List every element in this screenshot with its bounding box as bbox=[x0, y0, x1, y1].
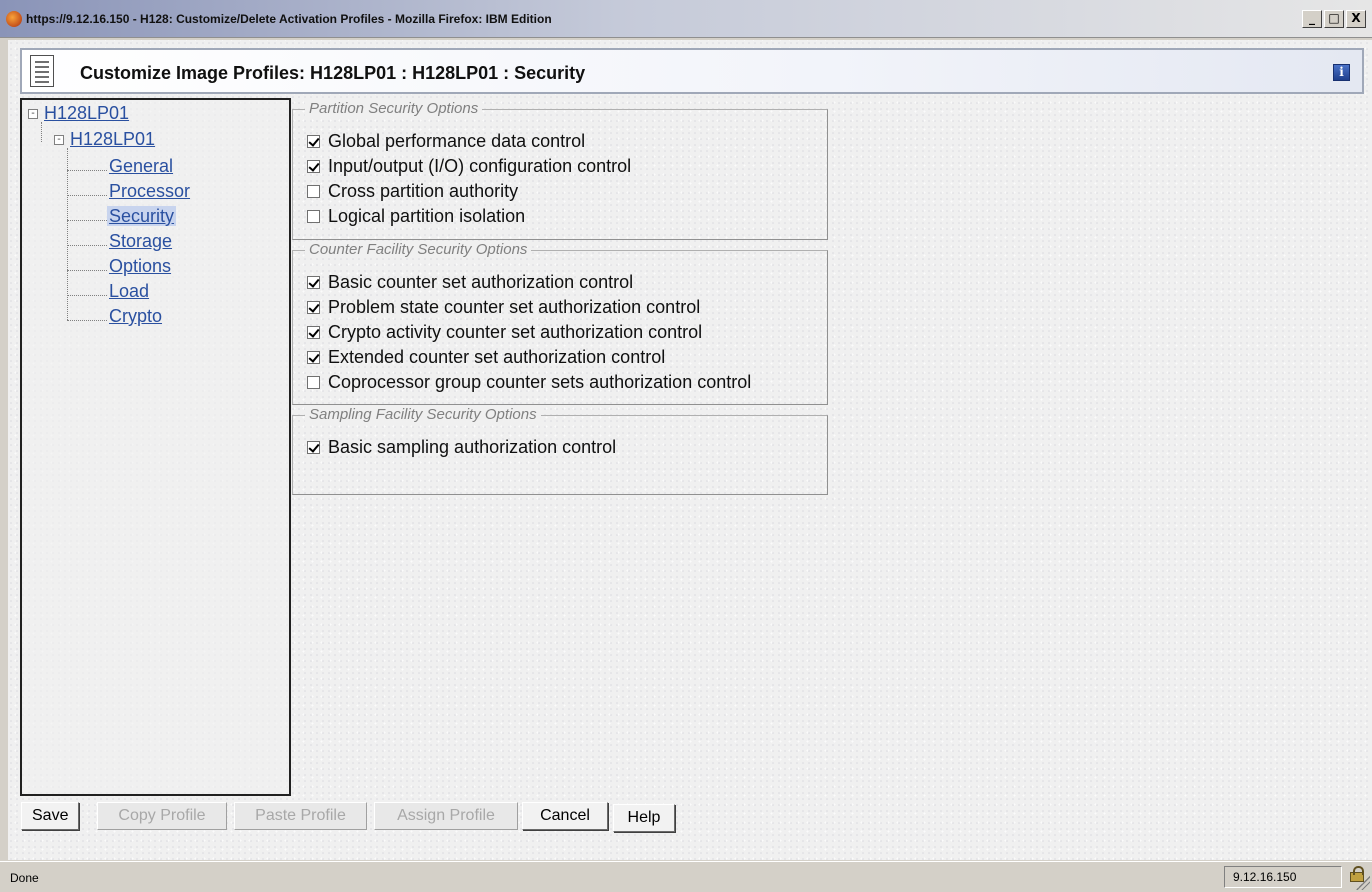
option-io-configuration[interactable]: Input/output (I/O) configuration control bbox=[307, 156, 631, 177]
checkbox[interactable] bbox=[307, 160, 320, 173]
collapse-icon[interactable]: - bbox=[28, 109, 38, 119]
page-header: Customize Image Profiles: H128LP01 : H12… bbox=[20, 48, 1364, 94]
tree-connector bbox=[67, 220, 107, 221]
help-button[interactable]: Help bbox=[613, 804, 675, 832]
paste-profile-button[interactable]: Paste Profile bbox=[234, 802, 367, 830]
tree-link-load[interactable]: Load bbox=[109, 281, 149, 301]
option-label: Basic counter set authorization control bbox=[328, 272, 634, 292]
option-lpar-isolation[interactable]: Logical partition isolation bbox=[307, 206, 525, 227]
tree-root: - H128LP01 bbox=[28, 103, 129, 124]
document-icon bbox=[30, 55, 54, 87]
tree-link-processor[interactable]: Processor bbox=[109, 181, 190, 201]
tree-item-options: Options bbox=[109, 256, 171, 277]
option-basic-counter[interactable]: Basic counter set authorization control bbox=[307, 272, 633, 293]
minimize-button[interactable]: _ bbox=[1302, 10, 1322, 28]
tree-item-general: General bbox=[109, 156, 173, 177]
window-controls: _ □ X bbox=[1302, 10, 1366, 28]
tree-item-load: Load bbox=[109, 281, 149, 302]
option-label: Global performance data control bbox=[328, 131, 586, 151]
tree-item-crypto: Crypto bbox=[109, 306, 162, 327]
tree-connector bbox=[67, 270, 107, 271]
tree-item-security: Security bbox=[107, 206, 177, 227]
checkbox[interactable] bbox=[307, 210, 320, 223]
tree-connector bbox=[67, 245, 107, 246]
option-global-performance[interactable]: Global performance data control bbox=[307, 131, 585, 152]
group-legend: Sampling Facility Security Options bbox=[305, 406, 541, 423]
copy-profile-button[interactable]: Copy Profile bbox=[97, 802, 227, 830]
assign-profile-button[interactable]: Assign Profile bbox=[374, 802, 518, 830]
partition-security-group: Partition Security Options Global perfor… bbox=[292, 100, 828, 240]
option-label: Extended counter set authorization contr… bbox=[328, 347, 666, 367]
group-legend: Partition Security Options bbox=[305, 100, 483, 117]
option-label: Input/output (I/O) configuration control bbox=[328, 156, 632, 176]
checkbox[interactable] bbox=[307, 441, 320, 454]
resize-grip-icon[interactable] bbox=[1356, 876, 1370, 890]
host-address: 9.12.16.150 bbox=[1224, 866, 1342, 888]
option-problem-state-counter[interactable]: Problem state counter set authorization … bbox=[307, 297, 700, 318]
status-bar: Done 9.12.16.150 bbox=[0, 861, 1372, 892]
option-crypto-activity-counter[interactable]: Crypto activity counter set authorizatio… bbox=[307, 322, 702, 343]
status-text: Done bbox=[10, 871, 39, 885]
tree-item-storage: Storage bbox=[109, 231, 172, 252]
option-label: Coprocessor group counter sets authoriza… bbox=[328, 372, 752, 392]
maximize-button[interactable]: □ bbox=[1324, 10, 1344, 28]
checkbox[interactable] bbox=[307, 351, 320, 364]
tree-item-processor: Processor bbox=[109, 181, 190, 202]
sampling-facility-group: Sampling Facility Security Options Basic… bbox=[292, 406, 828, 495]
profile-tree: - H128LP01 - H128LP01 General Processor Se… bbox=[20, 98, 291, 796]
tree-connector bbox=[41, 122, 42, 142]
close-button[interactable]: X bbox=[1346, 10, 1366, 28]
tree-link-security[interactable]: Security bbox=[107, 206, 177, 226]
counter-facility-group: Counter Facility Security Options Basic … bbox=[292, 241, 828, 405]
option-coprocessor-counter[interactable]: Coprocessor group counter sets authoriza… bbox=[307, 372, 751, 393]
option-cross-partition[interactable]: Cross partition authority bbox=[307, 181, 518, 202]
collapse-icon[interactable]: - bbox=[54, 135, 64, 145]
checkbox[interactable] bbox=[307, 376, 320, 389]
tree-connector bbox=[67, 195, 107, 196]
option-label: Basic sampling authorization control bbox=[328, 437, 617, 457]
tree-link-options[interactable]: Options bbox=[109, 256, 171, 276]
save-button[interactable]: Save bbox=[21, 802, 80, 830]
option-basic-sampling[interactable]: Basic sampling authorization control bbox=[307, 437, 616, 458]
option-extended-counter[interactable]: Extended counter set authorization contr… bbox=[307, 347, 665, 368]
group-legend: Counter Facility Security Options bbox=[305, 241, 532, 258]
cancel-button[interactable]: Cancel bbox=[522, 802, 608, 830]
checkbox[interactable] bbox=[307, 326, 320, 339]
tree-link-crypto[interactable]: Crypto bbox=[109, 306, 162, 326]
firefox-icon bbox=[6, 11, 22, 27]
checkbox[interactable] bbox=[307, 185, 320, 198]
option-label: Logical partition isolation bbox=[328, 206, 526, 226]
option-label: Crypto activity counter set authorizatio… bbox=[328, 322, 703, 342]
option-label: Problem state counter set authorization … bbox=[328, 297, 701, 317]
page-title: Customize Image Profiles: H128LP01 : H12… bbox=[80, 63, 586, 83]
tree-link-general[interactable]: General bbox=[109, 156, 173, 176]
tree-connector bbox=[67, 295, 107, 296]
window-title: https://9.12.16.150 - H128: Customize/De… bbox=[26, 12, 552, 26]
tree-child-link[interactable]: H128LP01 bbox=[70, 129, 155, 149]
tree-connector bbox=[67, 320, 107, 321]
tree-root-link[interactable]: H128LP01 bbox=[44, 103, 129, 123]
checkbox[interactable] bbox=[307, 276, 320, 289]
info-icon[interactable]: i bbox=[1333, 64, 1350, 81]
checkbox[interactable] bbox=[307, 301, 320, 314]
checkbox[interactable] bbox=[307, 135, 320, 148]
tree-link-storage[interactable]: Storage bbox=[109, 231, 172, 251]
tree-child: - H128LP01 bbox=[54, 129, 155, 150]
window-titlebar: https://9.12.16.150 - H128: Customize/De… bbox=[0, 0, 1372, 38]
tree-connector bbox=[67, 170, 107, 171]
content-area: Customize Image Profiles: H128LP01 : H12… bbox=[8, 40, 1372, 860]
option-label: Cross partition authority bbox=[328, 181, 519, 201]
